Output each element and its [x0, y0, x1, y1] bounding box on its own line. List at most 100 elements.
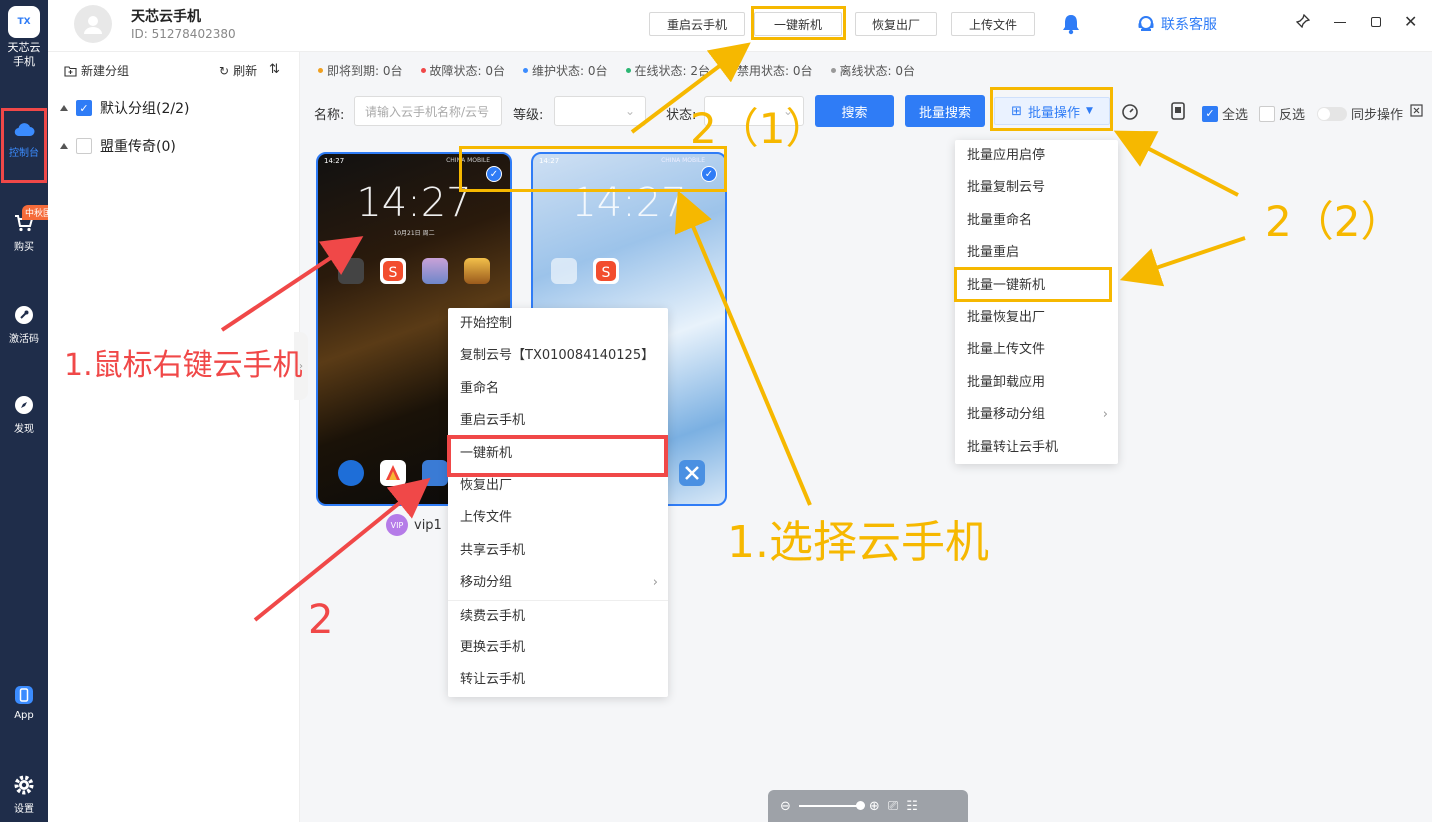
zoom-out-icon[interactable]: ⊖	[780, 799, 791, 814]
pin-icon[interactable]	[1295, 13, 1311, 32]
tools-app-icon	[679, 460, 705, 486]
nav-app[interactable]: App	[0, 684, 48, 721]
upload-file-button[interactable]: 上传文件	[951, 12, 1035, 36]
batch-op-highlight	[990, 87, 1113, 131]
menu-replace[interactable]: 更换云手机	[448, 632, 668, 664]
layout-icon[interactable]: ☷	[906, 799, 918, 814]
group-label: 盟重传奇(0)	[100, 139, 176, 155]
batch-search-button[interactable]: 批量搜索	[905, 95, 985, 127]
avatar[interactable]	[74, 5, 112, 43]
left-nav-rail: TX 天芯云手机 控制台 购买 中秋国庆 激活码 发现 App 设置	[0, 0, 65, 822]
zoom-bar: ⊖ ⊕ ⎚ ☷	[768, 790, 968, 822]
new-group-button[interactable]: 新建分组	[64, 62, 129, 79]
menu-share[interactable]: 共享云手机	[448, 535, 668, 567]
batch-app-toggle[interactable]: 批量应用启停	[955, 140, 1118, 172]
menu-copy-id[interactable]: 复制云号【TX010084140125】	[448, 340, 668, 372]
status-dot	[728, 67, 733, 73]
menu-rename[interactable]: 重命名	[448, 373, 668, 405]
expand-triangle-icon[interactable]	[60, 105, 68, 111]
key-icon	[13, 304, 35, 326]
chevron-right-icon: ›	[1102, 407, 1108, 423]
sort-icon[interactable]: ⇅	[269, 62, 280, 77]
phone-statusbar: 14:27	[324, 157, 345, 165]
minimize-icon[interactable]	[1334, 22, 1346, 23]
annotation-step-2-1: 2（1）	[690, 104, 828, 153]
factory-reset-button[interactable]: 恢复出厂	[855, 12, 937, 36]
phone-checkbox-highlight	[459, 146, 727, 192]
rotate-icon[interactable]: ⎚	[888, 799, 898, 814]
speed-icon[interactable]	[1121, 102, 1139, 120]
chevron-right-icon: ›	[652, 575, 658, 591]
app-market-icon	[380, 460, 406, 486]
nav-settings[interactable]: 设置	[0, 774, 48, 815]
gear-icon	[13, 774, 35, 796]
folder-plus-icon	[64, 65, 77, 77]
bell-icon[interactable]	[1061, 13, 1081, 39]
status-expiring[interactable]: 即将到期: 0台	[318, 62, 403, 79]
level-select[interactable]: ⌄	[554, 96, 646, 126]
status-fault[interactable]: 故障状态: 0台	[420, 62, 506, 79]
batch-rename[interactable]: 批量重命名	[955, 205, 1118, 237]
menu-upload[interactable]: 上传文件	[448, 502, 668, 534]
nav-discover[interactable]: 发现	[0, 394, 48, 435]
batch-factory-reset[interactable]: 批量恢复出厂	[955, 302, 1118, 334]
sync-operation-control[interactable]: 同步操作	[1317, 104, 1403, 123]
phone-context-menu: 开始控制 复制云号【TX010084140125】 重命名 重启云手机 一键新机…	[448, 308, 668, 697]
batch-restart[interactable]: 批量重启	[955, 237, 1118, 269]
qq-browser-icon	[338, 460, 364, 486]
restart-phone-button[interactable]: 重启云手机	[649, 12, 745, 36]
screen-icon[interactable]	[1170, 102, 1186, 120]
select-all-checkbox[interactable]: ✓	[1202, 105, 1218, 122]
batch-uninstall[interactable]: 批量卸载应用	[955, 367, 1118, 399]
group-item-mengzhong[interactable]: 盟重传奇(0)	[60, 136, 176, 156]
status-label: 离线状态: 0台	[839, 63, 916, 78]
headset-icon	[1138, 16, 1154, 31]
logo-text: 天芯云手机	[7, 41, 41, 68]
customer-service-link[interactable]: 联系客服	[1137, 14, 1217, 34]
status-dot	[318, 67, 323, 73]
nav-activation-code[interactable]: 激活码	[0, 304, 48, 345]
menu-start-control[interactable]: 开始控制	[448, 308, 668, 340]
batch-transfer[interactable]: 批量转让云手机	[955, 432, 1118, 464]
status-maintenance[interactable]: 维护状态: 0台	[523, 62, 608, 79]
group-item-default[interactable]: ✓ 默认分组(2/2)	[60, 98, 189, 118]
name-search-input[interactable]: 请输入云手机名称/云号	[354, 96, 502, 126]
status-offline[interactable]: 离线状态: 0台	[830, 62, 916, 79]
level-filter-label: 等级:	[513, 108, 544, 123]
status-disabled[interactable]: 禁用状态: 0台	[728, 62, 813, 79]
annotation-right-click: 1.鼠标右键云手机	[64, 348, 303, 383]
menu-restart[interactable]: 重启云手机	[448, 405, 668, 437]
batch-upload[interactable]: 批量上传文件	[955, 334, 1118, 366]
invert-checkbox[interactable]	[1259, 105, 1275, 122]
invert-select-control[interactable]: 反选	[1259, 104, 1305, 123]
menu-move-group[interactable]: 移动分组 ›	[448, 567, 668, 599]
nav-settings-label: 设置	[14, 804, 34, 815]
batch-move-group-label: 批量移动分组	[967, 407, 1046, 423]
nav-buy-label: 购买	[14, 242, 34, 253]
maximize-icon[interactable]	[1371, 17, 1381, 27]
menu-renew[interactable]: 续费云手机	[448, 599, 668, 632]
status-label: 即将到期: 0台	[327, 63, 403, 78]
close-box-icon[interactable]	[1410, 104, 1423, 117]
status-label: 故障状态: 0台	[429, 63, 506, 78]
batch-move-group[interactable]: 批量移动分组 ›	[955, 399, 1118, 431]
zoom-in-icon[interactable]: ⊕	[869, 799, 880, 814]
group-checkbox[interactable]: ✓	[76, 100, 92, 116]
status-label: 维护状态: 0台	[532, 63, 608, 78]
phone-app-icon	[13, 684, 35, 706]
phone-date: 10月21日 周二	[393, 230, 435, 237]
select-all-control[interactable]: ✓ 全选	[1202, 104, 1248, 123]
expand-triangle-icon[interactable]	[60, 143, 68, 149]
game-app-icon-2	[464, 258, 490, 284]
batch-copy-id[interactable]: 批量复制云号	[955, 172, 1118, 204]
zoom-slider[interactable]	[798, 801, 865, 810]
menu-transfer[interactable]: 转让云手机	[448, 664, 668, 696]
file-app-icon	[422, 460, 448, 486]
group-checkbox[interactable]	[76, 138, 92, 154]
close-icon[interactable]: ✕	[1404, 12, 1417, 31]
status-label: 禁用状态: 0台	[737, 63, 813, 78]
refresh-button[interactable]: ↻ 刷新	[219, 62, 257, 79]
status-online[interactable]: 在线状态: 2台	[625, 62, 710, 79]
refresh-icon: ↻	[219, 63, 230, 78]
sync-toggle[interactable]	[1317, 106, 1347, 121]
